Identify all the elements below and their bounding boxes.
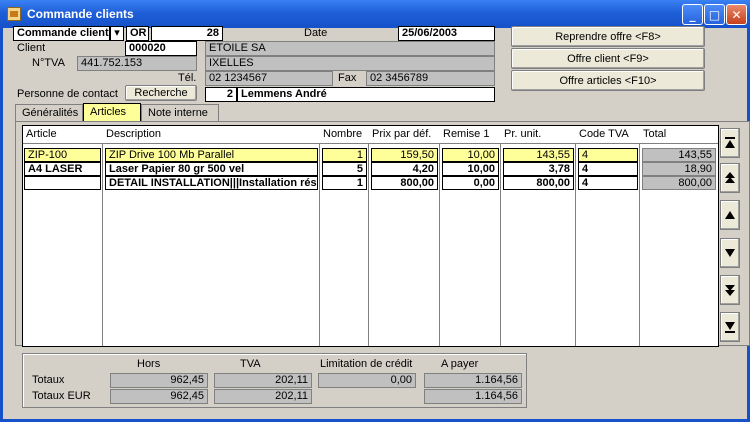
- table-row-2-code-tva[interactable]: 4: [578, 162, 638, 176]
- header-prix[interactable]: Prix par déf.: [369, 126, 440, 144]
- totaux-hors-field: 962,45: [110, 373, 208, 388]
- table-row-2-prix[interactable]: 4,20: [371, 162, 438, 176]
- contact-name-field[interactable]: Lemmens André: [237, 87, 495, 102]
- contact-search-button[interactable]: Recherche: [125, 85, 197, 101]
- table-row-3-nombre[interactable]: 1: [322, 176, 367, 190]
- header-pr-unit[interactable]: Pr. unit.: [501, 126, 576, 144]
- previous-page-icon[interactable]: [720, 163, 740, 193]
- totals-header-tva: TVA: [240, 358, 261, 370]
- doc-type-value: Commande client:: [17, 27, 110, 39]
- table-row-2-description[interactable]: Laser Papier 80 gr 500 vel: [105, 162, 318, 176]
- next-row-icon[interactable]: [720, 238, 740, 268]
- totals-header-hors: Hors: [137, 358, 161, 370]
- tab-generalites[interactable]: Généralités: [15, 104, 83, 122]
- table-row-2-pr-unit[interactable]: 3,78: [503, 162, 574, 176]
- doc-prefix-field[interactable]: OR: [126, 26, 149, 41]
- doc-type-dropdown-icon[interactable]: ▾: [110, 26, 124, 41]
- fax-field: 02 3456789: [366, 71, 495, 86]
- tel-field: 02 1234567: [205, 71, 333, 86]
- tab-note-interne[interactable]: Note interne: [141, 104, 219, 122]
- table-row-2-nombre[interactable]: 5: [322, 162, 367, 176]
- date-field[interactable]: 25/06/2003: [398, 26, 495, 41]
- table-row-1-description[interactable]: ZIP Drive 100 Mb Parallel: [105, 148, 318, 162]
- header-nombre[interactable]: Nombre: [320, 126, 369, 144]
- header-total[interactable]: Total: [640, 126, 718, 144]
- totaux-eur-label: Totaux EUR: [32, 390, 91, 402]
- minimize-button[interactable]: _: [682, 4, 703, 25]
- close-button[interactable]: ✕: [726, 4, 747, 25]
- table-row-3-description[interactable]: DETAIL INSTALLATION|||Installation rés: [105, 176, 318, 190]
- table-row-3-total: 800,00: [642, 176, 716, 190]
- header-description[interactable]: Description: [103, 126, 320, 144]
- window-titlebar: Commande clients _ □ ✕: [0, 0, 750, 28]
- window-title: Commande clients: [27, 7, 134, 21]
- offre-client-button[interactable]: Offre client <F9>: [511, 48, 705, 69]
- maximize-button[interactable]: □: [704, 4, 725, 25]
- fax-label: Fax: [338, 72, 357, 84]
- totaux-credit-field: 0,00: [318, 373, 416, 388]
- contact-label: Personne de contact: [17, 88, 118, 100]
- table-row-2-total: 18,90: [642, 162, 716, 176]
- table-row-3-code-tva[interactable]: 4: [578, 176, 638, 190]
- table-row-1-nombre[interactable]: 1: [322, 148, 367, 162]
- tva-number-field: 441.752.153: [77, 56, 197, 71]
- table-row-3-pr-unit[interactable]: 800,00: [503, 176, 574, 190]
- previous-row-icon[interactable]: [720, 200, 740, 230]
- table-row-2-article[interactable]: A4 LASER: [24, 162, 101, 176]
- header-remise[interactable]: Remise 1: [440, 126, 501, 144]
- header-code-tva[interactable]: Code TVA: [576, 126, 640, 144]
- offre-articles-button[interactable]: Offre articles <F10>: [511, 70, 705, 91]
- totals-header-payer: A payer: [441, 358, 479, 370]
- contact-number-field[interactable]: 2: [205, 87, 237, 102]
- client-name-field: ETOILE SA: [205, 41, 495, 56]
- tel-label: Tél.: [178, 72, 197, 84]
- header-article[interactable]: Article: [23, 126, 103, 144]
- totaux-label: Totaux: [32, 374, 65, 386]
- table-row-1-pr-unit[interactable]: 143,55: [503, 148, 574, 162]
- totaux-tva-field: 202,11: [214, 373, 312, 388]
- tva-label: N°TVA: [32, 57, 65, 69]
- totaux-eur-tva-field: 202,11: [214, 389, 312, 404]
- reprendre-offre-button[interactable]: Reprendre offre <F8>: [511, 26, 705, 47]
- date-label: Date: [304, 27, 328, 39]
- app-icon: [7, 7, 21, 21]
- tab-articles[interactable]: Articles: [83, 103, 141, 123]
- table-row-2-remise[interactable]: 10,00: [442, 162, 499, 176]
- table-row-1-remise[interactable]: 10,00: [442, 148, 499, 162]
- totals-header-credit: Limitation de crédit: [320, 358, 413, 370]
- table-row-3-article[interactable]: [24, 176, 101, 190]
- table-row-1-code-tva[interactable]: 4: [578, 148, 638, 162]
- totaux-eur-payer-field: 1.164,56: [424, 389, 522, 404]
- totaux-payer-field: 1.164,56: [424, 373, 522, 388]
- first-page-icon[interactable]: [720, 128, 740, 158]
- totaux-eur-hors-field: 962,45: [110, 389, 208, 404]
- next-page-icon[interactable]: [720, 275, 740, 305]
- table-row-1-total: 143,55: [642, 148, 716, 162]
- table-row-3-prix[interactable]: 800,00: [371, 176, 438, 190]
- client-code-field[interactable]: 000020: [125, 41, 197, 56]
- table-row-1-prix[interactable]: 159,50: [371, 148, 438, 162]
- articles-grid: Article Description Nombre Prix par déf.…: [22, 125, 719, 347]
- city-field: IXELLES: [205, 56, 495, 71]
- last-page-icon[interactable]: [720, 312, 740, 342]
- table-row-1-article[interactable]: ZIP-100: [24, 148, 101, 162]
- doc-number-field[interactable]: 28: [151, 26, 223, 41]
- table-row-3-remise[interactable]: 0,00: [442, 176, 499, 190]
- doc-type-select[interactable]: Commande client:: [13, 26, 110, 41]
- client-label: Client: [17, 42, 46, 54]
